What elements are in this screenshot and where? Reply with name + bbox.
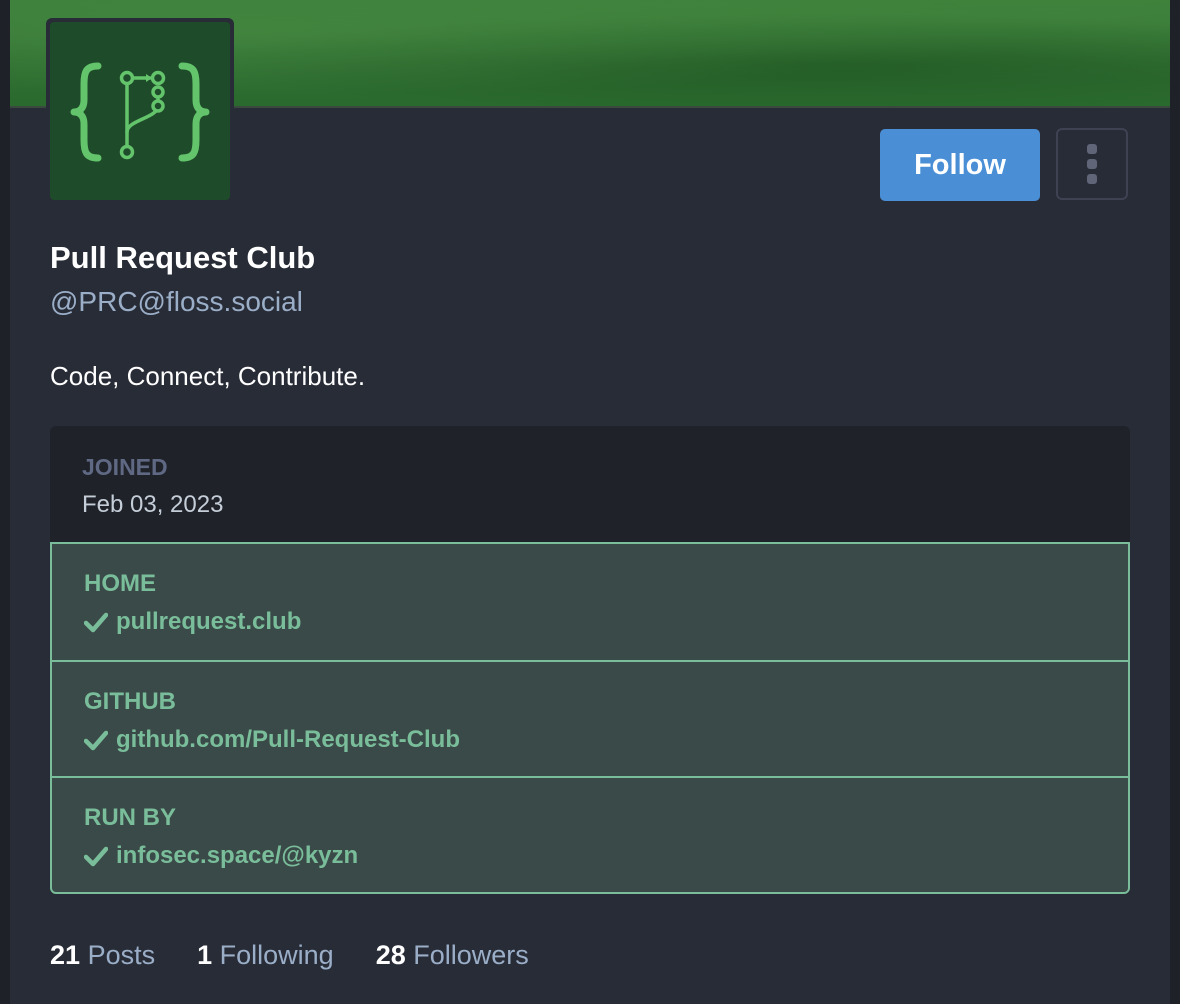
verified-fields: HOME pullrequest.club GITHUB github.com/… xyxy=(50,542,1130,894)
followers-label: Followers xyxy=(413,940,529,970)
field-value-text[interactable]: pullrequest.club xyxy=(116,608,301,636)
field-value-text[interactable]: infosec.space/@kyzn xyxy=(116,842,358,870)
checkmark-icon xyxy=(84,730,108,751)
following-label: Following xyxy=(219,940,334,970)
display-name: Pull Request Club xyxy=(50,240,316,275)
avatar-frame xyxy=(46,18,234,204)
field-label: RUN BY xyxy=(84,804,177,831)
avatar[interactable] xyxy=(50,22,230,200)
joined-label: JOINED xyxy=(82,454,168,480)
field-value-link[interactable]: infosec.space/@kyzn xyxy=(84,842,1128,870)
profile-card: Follow Pull Request Club @PRC@floss.soci… xyxy=(10,0,1170,1004)
field-value-text[interactable]: github.com/Pull-Request-Club xyxy=(116,726,460,754)
field-home: HOME pullrequest.club xyxy=(52,544,1128,660)
posts-count: 21 xyxy=(50,940,81,970)
followers-count: 28 xyxy=(375,940,406,970)
ellipsis-dot xyxy=(1087,174,1097,184)
field-run-by: RUN BY infosec.space/@kyzn xyxy=(52,776,1128,892)
field-value-link[interactable]: github.com/Pull-Request-Club xyxy=(84,726,1128,754)
joined-date: Feb 03, 2023 xyxy=(82,491,224,518)
field-label: HOME xyxy=(84,570,156,597)
ellipsis-dot xyxy=(1087,159,1097,169)
more-options-button[interactable] xyxy=(1056,128,1128,200)
field-github: GITHUB github.com/Pull-Request-Club xyxy=(52,660,1128,776)
follow-button[interactable]: Follow xyxy=(880,129,1040,201)
profile-fields: JOINED Feb 03, 2023 HOME pullrequest.clu… xyxy=(50,426,1130,894)
profile-bio: Code, Connect, Contribute. xyxy=(50,361,366,391)
posts-label: Posts xyxy=(87,940,156,970)
code-branch-braces-icon xyxy=(70,62,210,162)
field-label: GITHUB xyxy=(84,688,176,715)
posts-stat[interactable]: 21 Posts xyxy=(50,940,155,971)
following-stat[interactable]: 1 Following xyxy=(197,940,334,971)
followers-stat[interactable]: 28 Followers xyxy=(376,940,529,971)
joined-field: JOINED Feb 03, 2023 xyxy=(50,426,1130,542)
checkmark-icon xyxy=(84,846,108,867)
checkmark-icon xyxy=(84,612,108,633)
vertical-ellipsis-icon xyxy=(1087,144,1097,154)
account-handle[interactable]: @PRC@floss.social xyxy=(50,286,303,318)
account-stats: 21 Posts 1 Following 28 Followers xyxy=(50,940,529,971)
following-count: 1 xyxy=(197,940,213,970)
field-value-link[interactable]: pullrequest.club xyxy=(84,608,1128,636)
